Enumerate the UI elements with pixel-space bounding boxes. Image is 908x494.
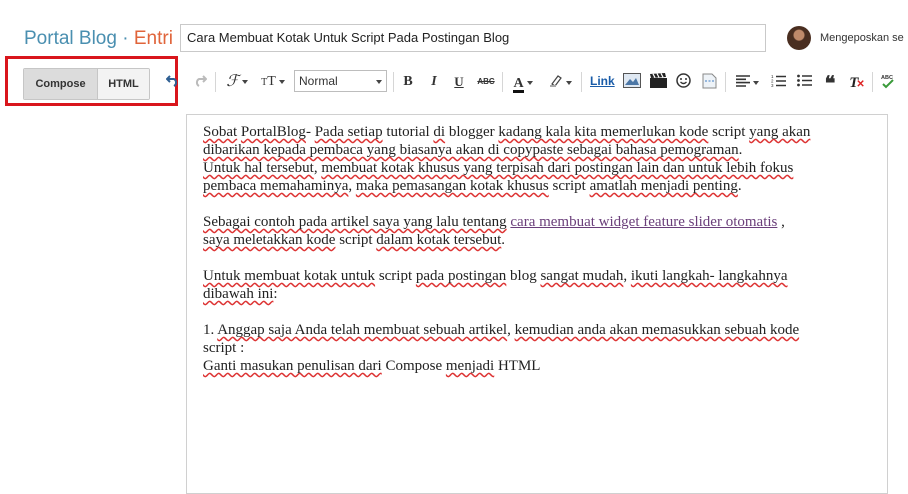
text-run: 1. (203, 322, 218, 338)
text-run: sangat mudah (540, 268, 624, 284)
text-run: membuat kotak khusus yang terpisah dari … (321, 160, 794, 176)
format-select[interactable]: Normal (294, 70, 387, 92)
image-icon[interactable] (622, 73, 642, 91)
text-run: script (375, 268, 416, 284)
html-button[interactable]: HTML (97, 69, 149, 99)
toolbar-divider (215, 72, 216, 92)
text-run: Anggap saja Anda telah membuat sebuah ar… (217, 322, 508, 338)
editor-header: Portal Blog · Entri Cara Membuat Kotak U… (0, 0, 908, 60)
align-icon[interactable] (732, 73, 762, 91)
text-run: Pada setiap (314, 124, 383, 140)
text-run: tutorial (382, 124, 434, 140)
text-run: Sobat (203, 124, 238, 140)
text-run: yang akan (749, 124, 811, 140)
font-size-icon[interactable]: TT (257, 73, 289, 91)
text-run: PortalBlog (240, 124, 306, 140)
text-run: . (501, 232, 505, 248)
text-run: dalam kotak tersebut (376, 232, 502, 248)
toolbar-divider (725, 72, 726, 92)
text-run: blog (506, 268, 541, 284)
text-run: Sebagai contoh pada artikel saya yang la… (203, 214, 507, 230)
redo-icon[interactable] (191, 73, 209, 91)
brand-name[interactable]: Portal Blog (24, 28, 117, 49)
paragraph-intro: Sobat PortalBlog- Pada setiap tutorial d… (203, 123, 871, 195)
highlight-color-icon[interactable] (545, 73, 575, 91)
text-run: pada postingan (415, 268, 507, 284)
text-run: blogger (445, 124, 499, 140)
brand[interactable]: Portal Blog · Entri (24, 27, 173, 51)
paragraph-example: Sebagai contoh pada artikel saya yang la… (203, 213, 871, 249)
text-run: maka pemasangan kotak khusus (355, 178, 549, 194)
text-run: kemudian anda akan memasukkan sebuah kod… (514, 322, 800, 338)
text-run: : (273, 286, 278, 302)
mode-toggle: Compose HTML (23, 68, 150, 100)
paragraph-step-1: 1. Anggap saja Anda telah membuat sebuah… (203, 321, 871, 375)
paragraph-steps-intro: Untuk membuat kotak untuk script pada po… (203, 267, 871, 303)
text-run: kadang kala kita memerlukan kode (498, 124, 709, 140)
svg-text:3: 3 (771, 83, 774, 87)
text-run: script (708, 124, 750, 140)
article-link[interactable]: cara membuat widget feature slider otoma… (510, 214, 777, 230)
spellcheck-icon[interactable]: ABC (878, 73, 898, 91)
text-run: dibarikan kepada pembaca yang biasanya a… (203, 142, 739, 158)
toolbar-divider (502, 72, 503, 92)
numbered-list-icon[interactable]: 123 (769, 73, 787, 91)
text-run: . (737, 178, 742, 194)
text-run: pembaca memahaminya (203, 178, 349, 194)
text-run: dibawah ini (203, 286, 274, 302)
compose-button[interactable]: Compose (24, 69, 97, 99)
text-run: ikuti langkah- langkahnya (630, 268, 788, 284)
post-body-editor[interactable]: Sobat PortalBlog- Pada setiap tutorial d… (186, 114, 888, 494)
text-run: script (335, 232, 377, 248)
format-select-value: Normal (299, 74, 338, 88)
font-family-icon[interactable]: ℱ (222, 73, 252, 91)
text-run: menjadi (445, 358, 495, 374)
text-run: amatlah menjadi penting (589, 178, 738, 194)
strikethrough-icon[interactable]: ABC (475, 73, 497, 91)
text-run: di (433, 124, 446, 140)
brand-separator: · (122, 28, 129, 49)
chevron-down-icon (376, 80, 382, 84)
bold-icon[interactable]: B (400, 73, 416, 91)
text-run: Untuk membuat kotak untuk (203, 268, 376, 284)
text-run: Untuk hal tersebut (203, 160, 314, 176)
text-run: , (623, 268, 631, 284)
post-title-input[interactable]: Cara Membuat Kotak Untuk Script Pada Pos… (180, 24, 766, 52)
quote-icon[interactable]: ❝ (821, 73, 839, 95)
text-run: Compose (381, 358, 446, 374)
text-run: - (305, 124, 315, 140)
text-color-icon[interactable]: A (509, 73, 537, 93)
text-run: , (777, 214, 785, 230)
text-run: script : (203, 340, 245, 356)
text-run: , (348, 178, 356, 194)
emoji-icon[interactable] (674, 73, 692, 91)
toolbar-divider (872, 72, 873, 92)
toolbar-divider (393, 72, 394, 92)
clear-formatting-icon[interactable]: T✕ (846, 73, 868, 91)
jump-break-icon[interactable] (700, 73, 718, 91)
text-run: saya meletakkan kode (203, 232, 336, 248)
link-button[interactable]: Link (590, 74, 615, 88)
text-run: HTML (494, 358, 541, 374)
undo-icon[interactable] (164, 73, 182, 91)
toolbar-divider (581, 72, 582, 92)
text-run: , (507, 322, 515, 338)
bulleted-list-icon[interactable] (795, 73, 813, 91)
brand-section: Entri (133, 28, 173, 49)
text-run: . (738, 142, 743, 158)
svg-text:ABC: ABC (881, 75, 893, 81)
underline-icon[interactable]: U (451, 73, 467, 91)
avatar[interactable] (787, 26, 811, 50)
italic-icon[interactable]: I (426, 73, 442, 91)
video-icon[interactable] (648, 73, 668, 91)
text-run: Ganti masukan penulisan dari (203, 358, 382, 374)
text-run: script (548, 178, 590, 194)
posting-as-label: Mengeposkan se (820, 32, 904, 44)
